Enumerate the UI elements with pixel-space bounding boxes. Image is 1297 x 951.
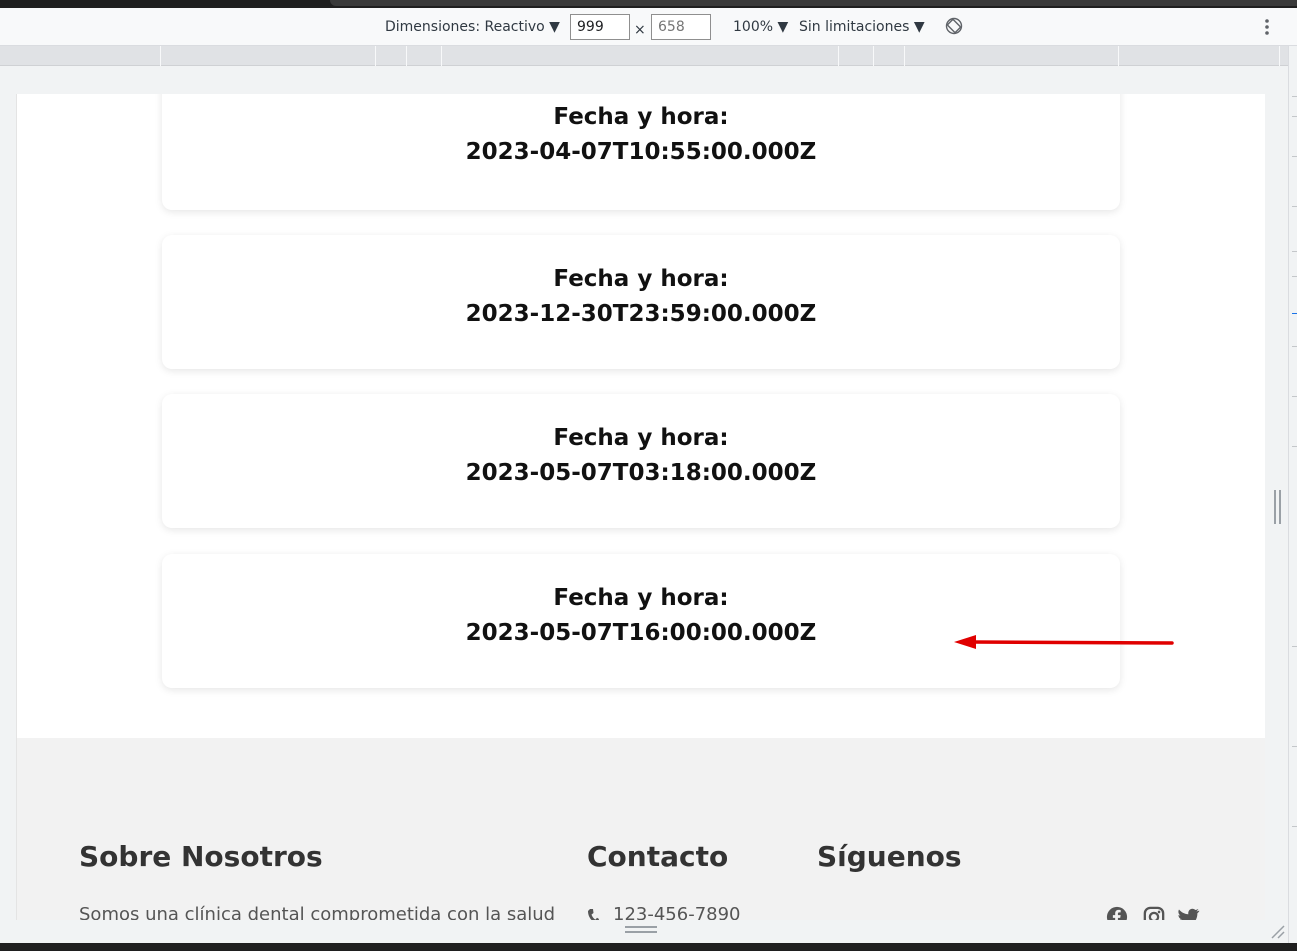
appointment-datetime: 2023-05-07T03:18:00.000Z: [465, 460, 817, 486]
rotate-icon[interactable]: [945, 17, 963, 35]
window-top-strip: [0, 0, 1297, 8]
width-input[interactable]: [570, 14, 630, 40]
appointment-label: Fecha y hora:: [553, 585, 729, 611]
corner-resize-icon[interactable]: [1268, 922, 1286, 940]
times-symbol: ×: [634, 22, 646, 38]
appointment-datetime: 2023-04-07T10:55:00.000Z: [465, 139, 817, 165]
throttle-dropdown[interactable]: Sin limitaciones ▼: [799, 19, 925, 35]
appointment-label: Fecha y hora:: [553, 104, 729, 130]
viewport-resize-handle-bottom[interactable]: [0, 920, 1288, 943]
emulated-page: Fecha y hora: 2023-04-07T10:55:00.000Z F…: [16, 94, 1265, 943]
footer-follow-title: Síguenos: [817, 840, 962, 873]
side-panel-edge: [1288, 46, 1297, 943]
appointment-datetime: 2023-12-30T23:59:00.000Z: [465, 301, 817, 327]
appointment-datetime: 2023-05-07T16:00:00.000Z: [465, 620, 817, 646]
appointment-card: Fecha y hora: 2023-05-07T03:18:00.000Z: [162, 394, 1120, 528]
appointment-label: Fecha y hora:: [553, 266, 729, 292]
browser-tab-edge: [330, 0, 1297, 6]
appointment-card: Fecha y hora: 2023-05-07T16:00:00.000Z: [162, 554, 1120, 688]
site-footer: Sobre Nosotros Somos una clínica dental …: [17, 738, 1265, 943]
dimensions-chevron-icon: ▼: [549, 19, 560, 35]
footer-contact-title: Contacto: [587, 840, 729, 873]
viewport-resize-handle-right[interactable]: [1274, 490, 1281, 524]
zoom-dropdown[interactable]: 100% ▼: [733, 19, 788, 35]
media-query-ruler[interactable]: [0, 46, 1288, 66]
throttle-chevron-icon: ▼: [913, 19, 925, 35]
more-vert-icon[interactable]: [1259, 18, 1275, 36]
device-toolbar: Dimensiones: Reactivo ▼ × 100% ▼ Sin lim…: [0, 8, 1297, 46]
dimensions-dropdown[interactable]: Dimensiones: Reactivo ▼: [385, 19, 560, 35]
footer-about-title: Sobre Nosotros: [79, 840, 323, 873]
appointment-card: Fecha y hora: 2023-04-07T10:55:00.000Z: [162, 94, 1120, 210]
appointment-card: Fecha y hora: 2023-12-30T23:59:00.000Z: [162, 235, 1120, 369]
throttle-label: Sin limitaciones: [799, 19, 910, 35]
appointment-label: Fecha y hora:: [553, 425, 729, 451]
zoom-chevron-icon: ▼: [777, 19, 789, 35]
zoom-label: 100%: [733, 19, 774, 35]
window-bottom-strip: [0, 943, 1297, 951]
dimensions-label: Dimensiones: Reactivo: [385, 19, 545, 35]
height-input[interactable]: [651, 14, 711, 40]
